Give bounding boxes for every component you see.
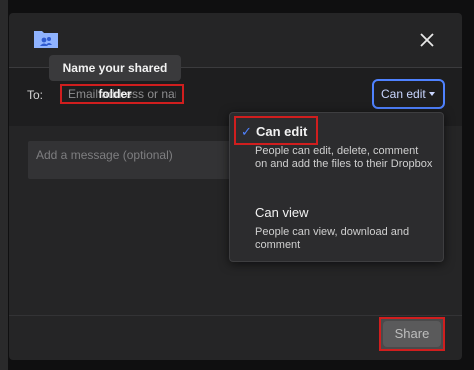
permission-dropdown-label: Can edit xyxy=(381,87,426,101)
menu-option-description: People can view, download and comment xyxy=(255,226,410,251)
share-button[interactable]: Share xyxy=(379,317,445,351)
menu-option-description: People can edit, delete, comment on and … xyxy=(255,145,433,170)
menu-option-can-view[interactable]: Can view xyxy=(255,205,308,220)
menu-option-label: Can edit xyxy=(256,124,308,139)
message-input[interactable]: Add a message (optional) xyxy=(28,141,233,179)
folder-name-tooltip: Name your shared folder xyxy=(49,55,181,101)
permission-menu: ✓ Can edit People can edit, delete, comm… xyxy=(229,112,444,262)
permission-dropdown[interactable]: Can edit xyxy=(372,79,445,109)
footer-divider xyxy=(9,315,462,316)
chevron-down-icon xyxy=(429,92,435,96)
menu-option-can-edit[interactable]: ✓ Can edit xyxy=(234,116,318,145)
to-label: To: xyxy=(27,88,44,102)
check-icon: ✓ xyxy=(241,124,252,139)
share-button-label: Share xyxy=(383,321,441,347)
close-icon[interactable] xyxy=(418,31,436,49)
shared-folder-icon xyxy=(34,31,58,48)
